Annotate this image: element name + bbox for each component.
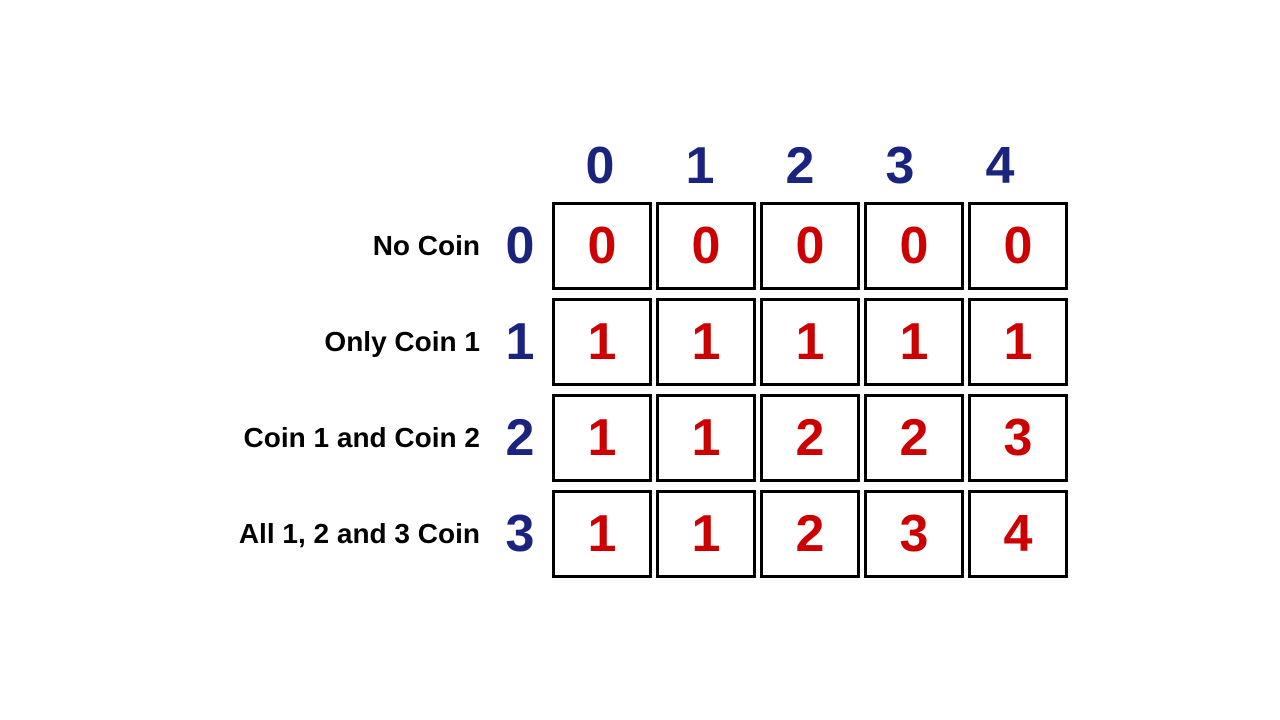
cell-2-0: 1 [552, 394, 652, 482]
row-label-2: Coin 1 and Coin 2 [244, 422, 480, 453]
cell-1-3: 1 [864, 298, 964, 386]
row-label-area-0: No Coin [210, 230, 490, 262]
row-label-area-3: All 1, 2 and 3 Coin [210, 518, 490, 550]
cell-3-3: 3 [864, 490, 964, 578]
cell-0-1: 0 [656, 202, 756, 290]
col-header-4: 4 [950, 136, 1050, 196]
row-label-area-2: Coin 1 and Coin 2 [210, 422, 490, 454]
table-row-3: All 1, 2 and 3 Coin311234 [210, 488, 1070, 580]
row-label-area-1: Only Coin 1 [210, 326, 490, 358]
cell-1-0: 1 [552, 298, 652, 386]
cell-2-1: 1 [656, 394, 756, 482]
column-headers: 01234 [210, 136, 1050, 196]
col-header-2: 2 [750, 136, 850, 196]
table-row-1: Only Coin 1111111 [210, 296, 1070, 388]
row-label-1: Only Coin 1 [324, 326, 480, 357]
cell-3-0: 1 [552, 490, 652, 578]
row-label-0: No Coin [373, 230, 480, 261]
row-index-2: 2 [490, 408, 550, 468]
col-header-0: 0 [550, 136, 650, 196]
row-index-3: 3 [490, 504, 550, 564]
cell-3-2: 2 [760, 490, 860, 578]
table-row-0: No Coin000000 [210, 200, 1070, 292]
cell-2-3: 2 [864, 394, 964, 482]
cell-0-0: 0 [552, 202, 652, 290]
cell-2-2: 2 [760, 394, 860, 482]
dp-table: 01234 No Coin000000Only Coin 1111111Coin… [210, 136, 1070, 584]
cell-2-4: 3 [968, 394, 1068, 482]
cell-0-3: 0 [864, 202, 964, 290]
cell-1-1: 1 [656, 298, 756, 386]
row-index-1: 1 [490, 312, 550, 372]
row-label-3: All 1, 2 and 3 Coin [239, 518, 480, 549]
cell-1-2: 1 [760, 298, 860, 386]
cell-1-4: 1 [968, 298, 1068, 386]
row-index-0: 0 [490, 216, 550, 276]
col-header-1: 1 [650, 136, 750, 196]
table-row-2: Coin 1 and Coin 2211223 [210, 392, 1070, 484]
cell-0-4: 0 [968, 202, 1068, 290]
cell-0-2: 0 [760, 202, 860, 290]
cell-3-4: 4 [968, 490, 1068, 578]
col-header-3: 3 [850, 136, 950, 196]
cell-3-1: 1 [656, 490, 756, 578]
